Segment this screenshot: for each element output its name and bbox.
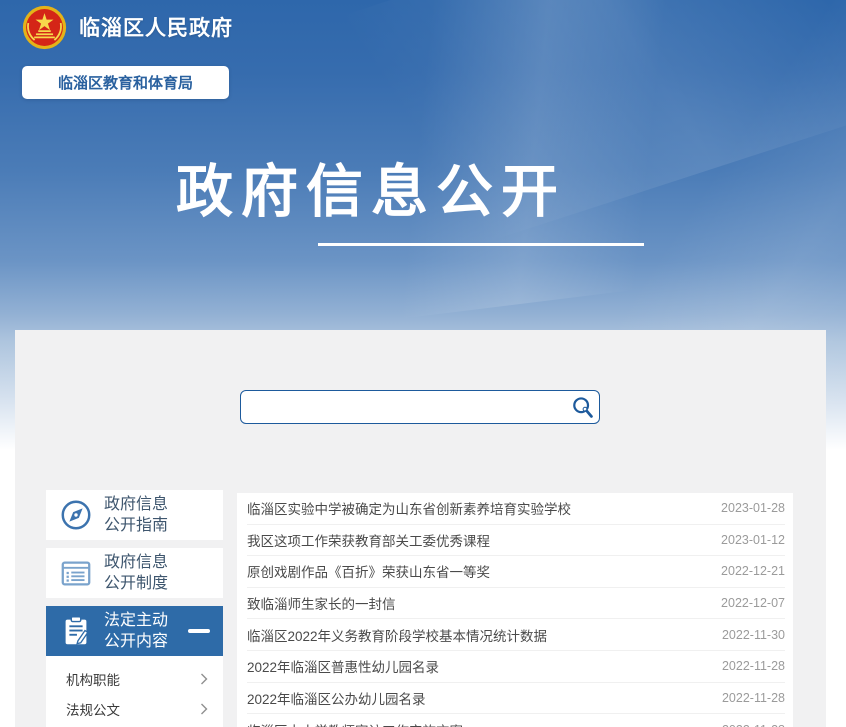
- news-date: 2022-11-30: [722, 628, 785, 642]
- magnifier-icon: [570, 395, 594, 419]
- news-row[interactable]: 2022年临淄区公办幼儿园名录 2022-11-28: [247, 683, 785, 715]
- news-title-link[interactable]: 临淄区2022年义务教育阶段学校基本情况统计数据: [247, 625, 708, 645]
- news-date: 2023-01-28: [721, 501, 785, 515]
- site-name: 临淄区人民政府: [79, 12, 233, 42]
- sidebar-item-guide[interactable]: 政府信息 公开指南: [46, 490, 223, 540]
- sidebar-submenu: 机构职能 法规公文: [46, 656, 223, 727]
- search-box: [240, 390, 600, 424]
- sidebar-item-rules[interactable]: 政府信息 公开制度: [46, 548, 223, 598]
- page-title: 政府信息公开: [176, 146, 566, 228]
- news-title-link[interactable]: 我区这项工作荣获教育部关工委优秀课程: [247, 530, 707, 550]
- sidebar-menu: 政府信息 公开指南 政府信息 公开制度: [46, 490, 223, 727]
- news-row[interactable]: 原创戏剧作品《百折》荣获山东省一等奖 2022-12-21: [247, 556, 785, 588]
- news-date: 2022-11-28: [722, 659, 785, 673]
- department-button[interactable]: 临淄区教育和体育局: [22, 66, 229, 99]
- submenu-item-regulations[interactable]: 法规公文: [46, 694, 223, 724]
- sidebar-item-label: 政府信息 公开指南: [104, 494, 168, 536]
- compass-icon: [58, 497, 94, 533]
- news-date: 2022-11-28: [722, 691, 785, 705]
- document-list-icon: [58, 555, 94, 591]
- news-title-link[interactable]: 临淄区中小学教师家访工作实施方案: [247, 720, 708, 727]
- content-panel: 政府信息 公开指南 政府信息 公开制度: [15, 330, 826, 727]
- news-row[interactable]: 临淄区中小学教师家访工作实施方案 2022-11-28: [247, 714, 785, 727]
- news-row[interactable]: 临淄区实验中学被确定为山东省创新素养培育实验学校 2023-01-28: [247, 493, 785, 525]
- submenu-item-org-functions[interactable]: 机构职能: [46, 664, 223, 694]
- news-row[interactable]: 2022年临淄区普惠性幼儿园名录 2022-11-28: [247, 651, 785, 683]
- news-date: 2022-12-21: [721, 564, 785, 578]
- news-date: 2023-01-12: [721, 533, 785, 547]
- news-date: 2022-12-07: [721, 596, 785, 610]
- news-list: 临淄区实验中学被确定为山东省创新素养培育实验学校 2023-01-28 我区这项…: [237, 493, 793, 727]
- national-emblem-icon: [22, 5, 67, 50]
- news-title-link[interactable]: 原创戏剧作品《百折》荣获山东省一等奖: [247, 561, 707, 581]
- news-title-link[interactable]: 2022年临淄区普惠性幼儿园名录: [247, 656, 708, 676]
- sidebar-item-label: 法定主动 公开内容: [104, 610, 168, 652]
- chevron-right-icon: [200, 703, 208, 715]
- active-indicator-dash: [188, 629, 210, 633]
- sidebar-item-label: 政府信息 公开制度: [104, 552, 168, 594]
- news-row[interactable]: 致临淄师生家长的一封信 2022-12-07: [247, 588, 785, 620]
- title-underline: [318, 243, 644, 246]
- news-title-link[interactable]: 临淄区实验中学被确定为山东省创新素养培育实验学校: [247, 498, 707, 518]
- news-row[interactable]: 我区这项工作荣获教育部关工委优秀课程 2023-01-12: [247, 525, 785, 557]
- site-logo[interactable]: 临淄区人民政府: [22, 3, 233, 51]
- clipboard-pencil-icon: [58, 613, 94, 649]
- sidebar-item-statutory-disclosure[interactable]: 法定主动 公开内容: [46, 606, 223, 656]
- chevron-right-icon: [200, 673, 208, 685]
- search-input[interactable]: [241, 391, 565, 423]
- search-button[interactable]: [565, 391, 599, 423]
- news-date: 2022-11-28: [722, 723, 785, 727]
- news-title-link[interactable]: 2022年临淄区公办幼儿园名录: [247, 688, 708, 708]
- news-row[interactable]: 临淄区2022年义务教育阶段学校基本情况统计数据 2022-11-30: [247, 619, 785, 651]
- news-title-link[interactable]: 致临淄师生家长的一封信: [247, 593, 707, 613]
